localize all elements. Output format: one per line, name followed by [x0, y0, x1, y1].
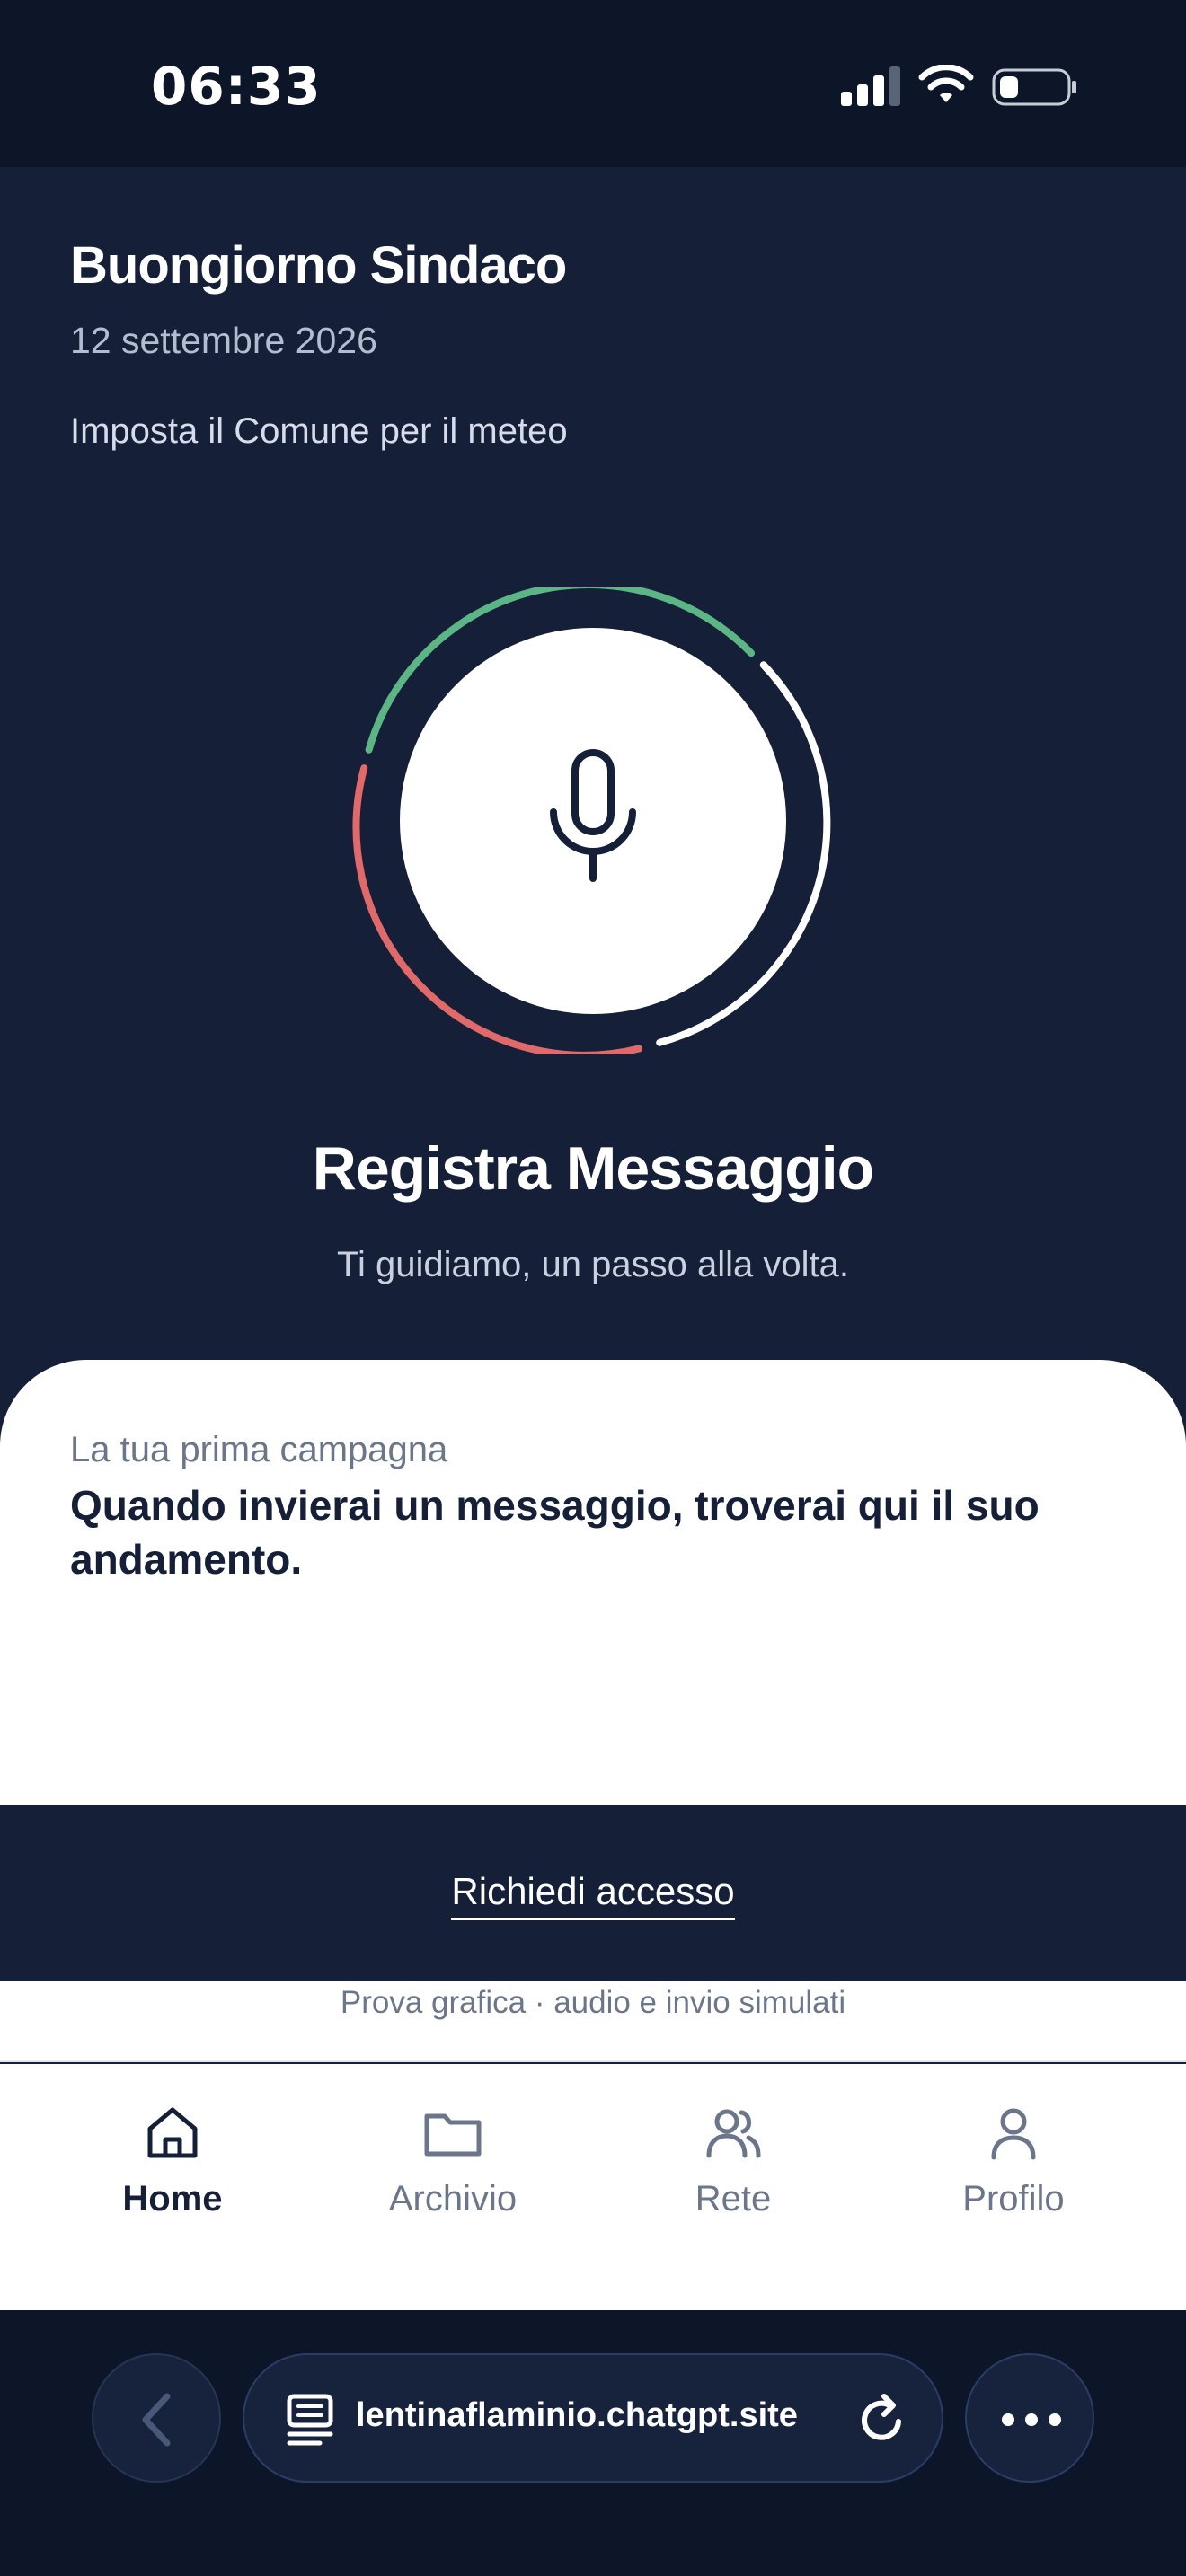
request-access-link[interactable]: Richiedi accesso [451, 1870, 735, 1920]
folder-icon [424, 2113, 482, 2157]
status-time: 06:33 [151, 56, 322, 117]
reload-icon[interactable] [854, 2391, 911, 2448]
browser-back-button[interactable] [92, 2353, 221, 2483]
demo-note: Prova grafica · audio e invio simulati [340, 1985, 846, 2020]
more-dots-icon [1002, 2413, 1061, 2426]
address-bar[interactable]: lentinaflaminio.chatgpt.site [243, 2353, 943, 2483]
tab-rete-label: Rete [695, 2179, 772, 2219]
tab-home-label: Home [122, 2179, 223, 2219]
record-subtitle: Ti guidiamo, un passo alla volta. [337, 1245, 849, 1284]
page-settings-icon [287, 2394, 333, 2446]
record-title: Registra Messaggio [312, 1134, 874, 1203]
microphone-icon [550, 749, 636, 882]
battery-icon [992, 68, 1076, 106]
tab-profilo[interactable]: Profilo [906, 2102, 1121, 2245]
tab-archivio[interactable]: Archivio [345, 2102, 561, 2245]
user-icon [991, 2108, 1036, 2160]
people-icon [706, 2109, 761, 2158]
cellular-signal-icon [841, 66, 900, 106]
greeting-title: Buongiorno Sindaco [70, 236, 567, 295]
tab-home[interactable]: Home [65, 2102, 280, 2245]
url-text: lentinaflaminio.chatgpt.site [356, 2396, 798, 2434]
set-municipality-weather-link[interactable]: Imposta il Comune per il meteo [70, 411, 568, 452]
home-icon [147, 2107, 198, 2158]
current-date: 12 settembre 2026 [70, 320, 377, 361]
campaign-card-label: La tua prima campagna [70, 1430, 448, 1469]
tab-rete[interactable]: Rete [625, 2102, 841, 2245]
tab-archivio-label: Archivio [388, 2179, 518, 2219]
campaign-card-text: Quando invierai un messaggio, troverai q… [70, 1482, 1040, 1583]
wifi-icon [918, 65, 974, 102]
tab-profilo-label: Profilo [962, 2179, 1065, 2219]
chevron-left-icon [142, 2393, 171, 2447]
request-access-link-wrap: Richiedi accesso [0, 1870, 1186, 1920]
browser-more-button[interactable] [965, 2353, 1094, 2483]
